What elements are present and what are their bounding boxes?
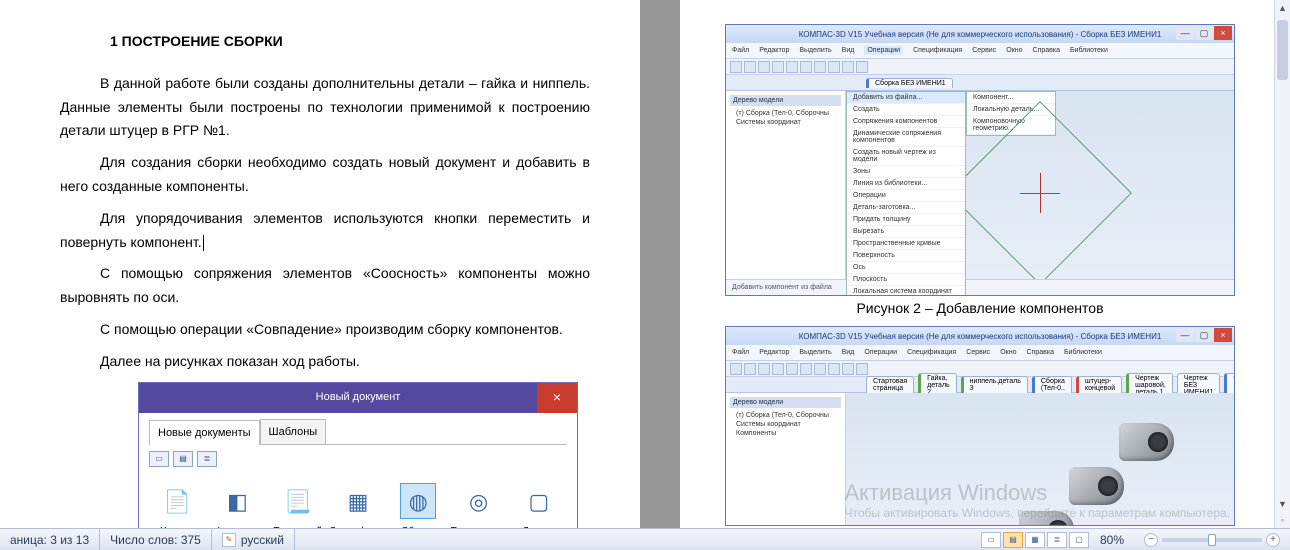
tab-templates[interactable]: Шаблоны — [260, 419, 327, 445]
menu-bar[interactable]: ФайлРедакторВыделитьВидОперацииСпецифика… — [726, 43, 1234, 59]
techassembly-icon: ◎ — [461, 483, 497, 519]
zoom-slider[interactable]: − + — [1134, 533, 1290, 547]
word-count[interactable]: Число слов: 375 — [100, 529, 212, 550]
model-tree[interactable]: Дерево модели (т) Сборка (Тел-0, Сборочн… — [726, 91, 846, 295]
model-tree[interactable]: Дерево модели (т) Сборка (Тел-0, Сборочн… — [726, 393, 846, 525]
view-print-layout[interactable]: ▤ — [1003, 532, 1023, 548]
tab-new-documents[interactable]: Новые документы — [149, 420, 260, 446]
new-document-dialog: Новый документ × Новые документы Шаблоны… — [138, 382, 578, 535]
view-outline[interactable]: ≣ — [1047, 532, 1067, 548]
paragraph: С помощью сопряжения элементов «Соосност… — [60, 262, 590, 310]
heading-1: 1 ПОСТРОЕНИЕ СБОРКИ — [110, 30, 590, 54]
toolbar[interactable] — [726, 59, 1234, 75]
paragraph: С помощью операции «Совпадение» производ… — [60, 318, 590, 342]
view-large-icons[interactable]: ▭ — [149, 451, 169, 467]
vertical-scrollbar[interactable]: ▲ ▼ ◦ — [1274, 0, 1290, 528]
dialog-close-button[interactable]: × — [537, 383, 577, 413]
page-indicator[interactable]: аница: 3 из 13 — [0, 529, 100, 550]
dialog-title: Новый документ — [316, 388, 401, 407]
textdoc-icon: 📃 — [280, 483, 316, 519]
view-draft[interactable]: ▢ — [1069, 532, 1089, 548]
scroll-thumb[interactable] — [1277, 20, 1288, 80]
fragment-icon: ◧ — [219, 483, 255, 519]
maximize-button[interactable]: ▢ — [1195, 26, 1213, 40]
zoom-in-button[interactable]: + — [1266, 533, 1280, 547]
menu-bar[interactable]: ФайлРедакторВыделитьВидОперацииСпецифика… — [726, 345, 1234, 361]
zoom-out-button[interactable]: − — [1144, 533, 1158, 547]
screenshot-add-components: КОМПАС-3D V15 Учебная версия (Не для ком… — [725, 24, 1235, 296]
assembly-icon: ◍ — [400, 483, 436, 519]
minimize-button[interactable]: — — [1176, 328, 1194, 342]
detail-icon: ▢ — [521, 483, 557, 519]
windows-activation-watermark: Активация Windows Чтобы активировать Win… — [845, 480, 1231, 520]
word-status-bar: аница: 3 из 13 Число слов: 375 ✎русский … — [0, 528, 1290, 550]
language-indicator[interactable]: ✎русский — [212, 529, 295, 550]
zoom-thumb[interactable] — [1208, 534, 1216, 546]
paragraph: В данной работе были созданы дополнитель… — [60, 72, 590, 143]
close-button[interactable]: × — [1214, 26, 1232, 40]
view-read-mode[interactable]: ▭ — [981, 532, 1001, 548]
scroll-page-icon[interactable]: ◦ — [1275, 512, 1290, 528]
view-small-icons[interactable]: ▤ — [173, 451, 193, 467]
operations-menu[interactable]: Добавить из файла... Создать Сопряжения … — [846, 91, 966, 296]
paragraph: Далее на рисунках показан ход работы. — [60, 350, 590, 374]
paragraph: Для создания сборки необходимо создать н… — [60, 151, 590, 199]
view-web-layout[interactable]: ▦ — [1025, 532, 1045, 548]
close-button[interactable]: × — [1214, 328, 1232, 342]
drawing-icon: 📄 — [159, 483, 195, 519]
document-tabs[interactable]: Стартовая страница Гайка, деталь 2 ниппе… — [726, 377, 1234, 393]
page-left: 1 ПОСТРОЕНИЕ СБОРКИ В данной работе были… — [0, 0, 640, 535]
maximize-button[interactable]: ▢ — [1195, 328, 1213, 342]
scroll-up-arrow-icon[interactable]: ▲ — [1275, 0, 1290, 16]
view-list[interactable]: ≣ — [197, 451, 217, 467]
spec-icon: ▦ — [340, 483, 376, 519]
viewport-3d[interactable]: Добавить из файла... Создать Сопряжения … — [846, 91, 1234, 295]
proofing-icon: ✎ — [222, 533, 236, 547]
status-bar: Добавить компонент из файла — [726, 279, 1234, 295]
paragraph: Для упорядочивания элементов используютс… — [60, 207, 590, 255]
origin-axis-icon — [1020, 173, 1060, 213]
dialog-title-bar: Новый документ × — [139, 383, 577, 413]
document-tabs[interactable]: Сборка БЕЗ ИМЕНИ1 — [726, 75, 1234, 91]
zoom-level[interactable]: 80% — [1090, 533, 1134, 547]
minimize-button[interactable]: — — [1176, 26, 1194, 40]
assembly-part-icon — [1119, 423, 1174, 461]
scroll-down-arrow-icon[interactable]: ▼ — [1275, 496, 1290, 512]
text-cursor — [203, 235, 204, 251]
figure-caption-2: Рисунок 2 – Добавление компонентов — [722, 300, 1238, 316]
app-title-bar: КОМПАС-3D V15 Учебная версия (Не для ком… — [726, 25, 1234, 43]
page-right: КОМПАС-3D V15 Учебная версия (Не для ком… — [680, 0, 1280, 535]
app-title-bar: КОМПАС-3D V15 Учебная версия (Не для ком… — [726, 327, 1234, 345]
